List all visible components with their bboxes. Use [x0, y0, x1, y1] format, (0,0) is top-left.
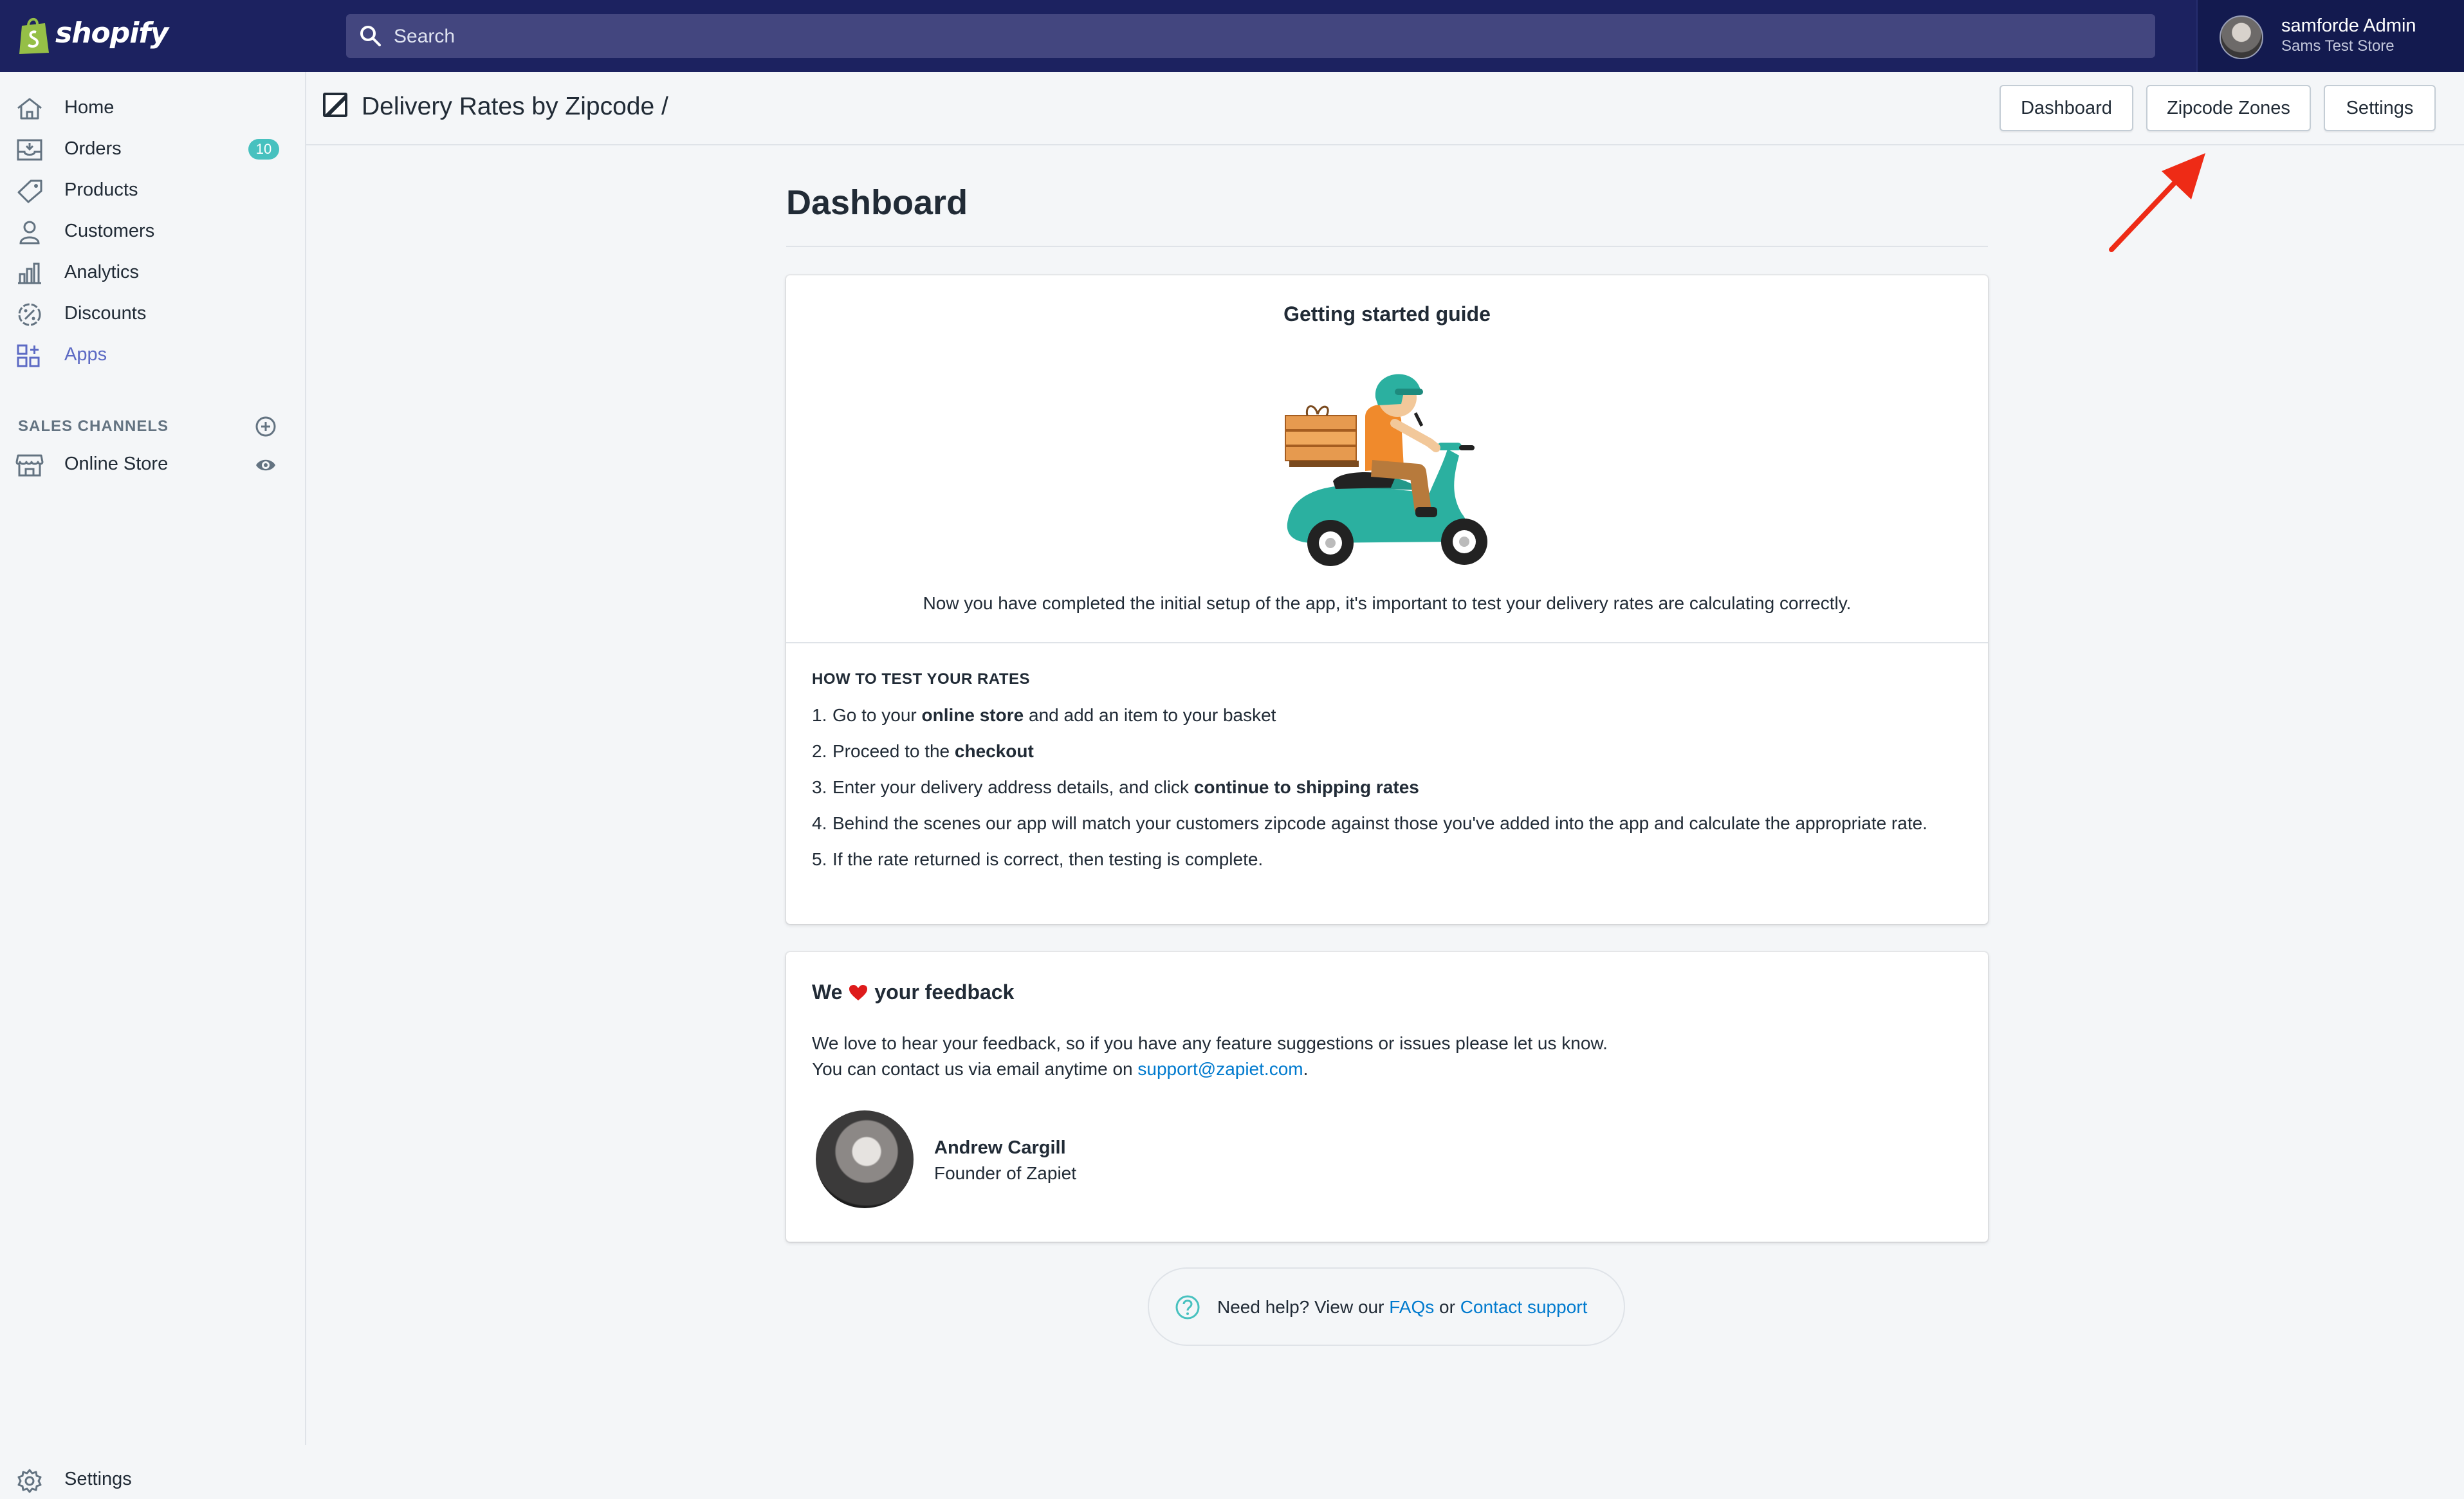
logo-text: shopify [55, 17, 169, 50]
help-footer: Need help? View our FAQs or Contact supp… [1148, 1267, 1625, 1346]
founder-avatar [816, 1110, 914, 1208]
support-email-link[interactable]: support@zapiet.com [1137, 1059, 1303, 1079]
search-input[interactable] [392, 14, 2132, 59]
guide-title: Getting started guide [1283, 302, 1491, 326]
contact-support-link[interactable]: Contact support [1460, 1297, 1588, 1317]
founder-role: Founder of Zapiet [934, 1163, 1077, 1183]
feedback-text: We love to hear your feedback, so if you… [812, 1033, 1608, 1053]
sidebar-item-label: Home [64, 97, 115, 118]
section-divider [786, 642, 1988, 643]
user-avatar [2220, 15, 2263, 59]
sidebar-item-products[interactable]: Products [0, 171, 305, 210]
sidebar-item-label: Customers [64, 221, 155, 241]
sidebar-item-discounts[interactable]: Discounts [0, 295, 305, 333]
how-to-test-heading: HOW TO TEST YOUR RATES [812, 670, 1031, 688]
title-divider [786, 246, 1988, 247]
sidebar-item-label: Settings [64, 1469, 132, 1489]
guide-intro-text: Now you have completed the initial setup… [923, 593, 1852, 613]
help-text: Need help? View our FAQs or Contact supp… [1217, 1297, 1588, 1317]
list-item: 1. Go to your online store and add an ite… [812, 705, 1276, 725]
feedback-title: We your feedback [812, 980, 1015, 1004]
add-sales-channel-icon[interactable] [255, 416, 277, 437]
heart-icon [849, 984, 868, 1000]
discounts-icon [18, 303, 41, 326]
apps-icon [17, 344, 40, 367]
shopify-bag-icon [19, 18, 49, 54]
sidebar-item-label: Products [64, 179, 138, 200]
sidebar-item-label: Apps [64, 344, 107, 365]
search-bar[interactable] [346, 14, 2155, 59]
faqs-link[interactable]: FAQs [1389, 1297, 1434, 1317]
user-name: samforde Admin [2281, 15, 2416, 36]
settings-button[interactable]: Settings [2324, 85, 2436, 131]
page-title: Dashboard [786, 183, 968, 222]
user-menu[interactable]: samforde Admin Sams Test Store [2196, 0, 2464, 72]
home-icon [17, 98, 42, 120]
zipcode-zones-button[interactable]: Zipcode Zones [2146, 85, 2311, 131]
top-bar: shopify samforde Admin Sams Test Store [0, 0, 2464, 72]
sidebar-item-home[interactable]: Home [0, 89, 305, 127]
sidebar-item-label: Analytics [64, 262, 140, 282]
getting-started-card: Getting started guide Now you have compl… [786, 275, 1988, 924]
sidebar-item-customers[interactable]: Customers [0, 212, 305, 251]
app-title-breadcrumb[interactable]: Delivery Rates by Zipcode / [362, 93, 668, 121]
sidebar-item-label: Online Store [64, 454, 169, 474]
sidebar-item-analytics[interactable]: Analytics [0, 253, 305, 292]
analytics-icon [18, 262, 41, 284]
sidebar-item-apps[interactable]: Apps [0, 336, 305, 374]
list-item: 4. Behind the scenes our app will match y… [812, 813, 1927, 833]
orders-count-badge: 10 [248, 139, 279, 160]
app-header: Delivery Rates by Zipcode / Dashboard Zi… [306, 72, 2464, 145]
customers-icon [19, 221, 40, 244]
list-item: 3. Enter your delivery address details, a… [812, 777, 1419, 797]
shopify-logo[interactable]: shopify [0, 0, 305, 72]
sales-channels-heading: SALES CHANNELS [18, 418, 169, 435]
test-steps-list: 1. Go to your online store and add an ite… [812, 703, 1957, 883]
feedback-card: We your feedback We love to hear your fe… [786, 952, 1988, 1242]
products-icon [17, 179, 42, 203]
list-item: 2. Proceed to the checkout [812, 741, 1034, 761]
list-item: 5. If the rate returned is correct, then … [812, 849, 1264, 869]
delivery-scooter-illustration [1285, 374, 1487, 566]
search-icon [360, 26, 381, 46]
sidebar-item-label: Orders [64, 138, 122, 159]
online-store-icon [15, 454, 44, 477]
sidebar-item-orders[interactable]: Orders 10 [0, 130, 305, 169]
help-question-icon [1175, 1295, 1200, 1320]
app-logo-icon [323, 93, 347, 117]
founder-name: Andrew Cargill [934, 1137, 1066, 1158]
orders-icon [17, 139, 42, 161]
annotation-arrow-icon [2109, 153, 2205, 252]
user-store-name: Sams Test Store [2281, 37, 2395, 55]
feedback-contact-text: You can contact us via email anytime on … [812, 1059, 1309, 1079]
sidebar-item-settings[interactable]: Settings [0, 1460, 305, 1499]
eye-icon[interactable] [255, 454, 277, 476]
gear-icon [17, 1469, 42, 1493]
sidebar-item-label: Discounts [64, 303, 147, 324]
dashboard-button[interactable]: Dashboard [2000, 85, 2133, 131]
sidebar: Home Orders 10 Products Customers Analyt… [0, 72, 306, 1493]
